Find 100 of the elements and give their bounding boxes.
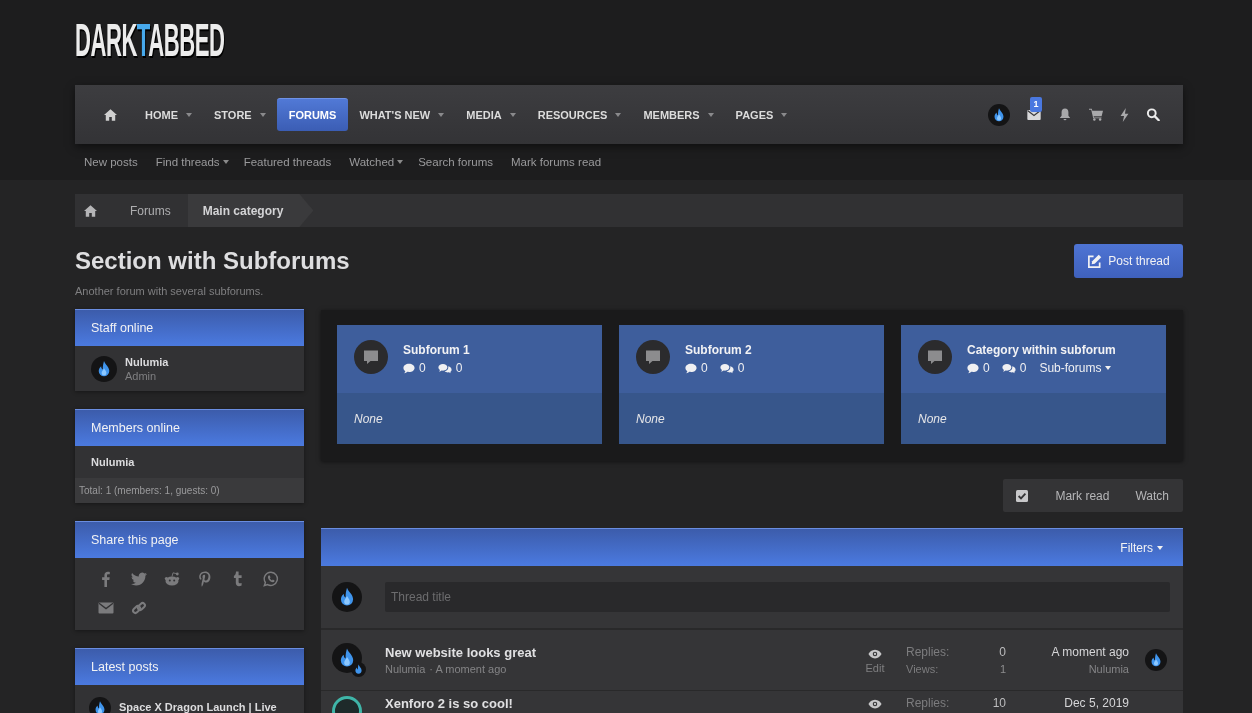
comments-icon: [437, 362, 452, 374]
post-title[interactable]: Space X Dragon Launch | Live: [119, 697, 277, 713]
thread-title[interactable]: New website looks great: [385, 644, 857, 661]
last-post-text: None: [635, 411, 666, 426]
nav-tab[interactable]: HOME: [134, 98, 203, 131]
last-post-date[interactable]: Dec 5, 2019: [1064, 696, 1129, 711]
thread-title[interactable]: Xenforo 2 is so cool!: [385, 696, 857, 712]
message-count: 0: [455, 361, 463, 375]
filters-menu-link[interactable]: Filters: [1120, 540, 1163, 555]
views-count: 1: [999, 661, 1006, 676]
subnav-link[interactable]: New posts: [75, 156, 147, 168]
search-icon[interactable]: [1146, 108, 1160, 121]
watch-button[interactable]: Watch: [1122, 479, 1183, 512]
nav-tab[interactable]: WHAT'S NEW: [348, 98, 456, 131]
lightning-bolt-icon[interactable]: [1120, 107, 1129, 122]
last-poster-name[interactable]: Nulumia: [1088, 661, 1129, 676]
caret-icon: [438, 112, 445, 117]
flame-avatar-icon[interactable]: [988, 103, 1010, 126]
flame-avatar-icon[interactable]: [332, 643, 366, 677]
speech-bubble-icon: [354, 340, 388, 374]
nav-tab[interactable]: MEDIA: [455, 98, 527, 131]
flame-avatar-icon[interactable]: [91, 355, 117, 382]
nav-tab[interactable]: STORE: [203, 98, 277, 131]
twitter-icon[interactable]: [131, 571, 147, 587]
eye-icon: [868, 648, 882, 659]
last-post-text: None: [917, 411, 948, 426]
comment-icon: [685, 362, 697, 374]
flame-avatar-icon[interactable]: [1145, 649, 1167, 671]
comments-icon: [719, 362, 734, 374]
member-role: Admin: [125, 369, 158, 382]
caret-icon: [781, 112, 788, 117]
comment-icon: [967, 362, 979, 374]
caret-icon: [707, 112, 714, 117]
flame-avatar-icon: [332, 582, 362, 612]
last-post-date[interactable]: A moment ago: [1051, 644, 1129, 660]
speech-bubble-icon: [636, 340, 670, 374]
checkbox-icon[interactable]: [1016, 489, 1029, 502]
pinterest-icon[interactable]: [197, 571, 213, 587]
site-logo[interactable]: DARKTABBED: [75, 22, 225, 58]
thread-count: 0: [983, 361, 990, 375]
subnav-link[interactable]: Featured threads: [237, 156, 341, 168]
subforum-title[interactable]: Category within subforum: [967, 342, 1116, 358]
block-header: Staff online: [75, 309, 304, 346]
replies-label: Replies:: [906, 644, 951, 660]
subnav-link[interactable]: Search forums: [412, 156, 502, 168]
nav-tab[interactable]: RESOURCES: [526, 98, 633, 131]
replies-label: Replies:: [906, 696, 951, 711]
caret-icon: [259, 112, 266, 117]
replies-count: 0: [999, 644, 1006, 660]
block-header: Members online: [75, 409, 304, 446]
subforum-title[interactable]: Subforum 2: [685, 342, 752, 358]
subnav-link[interactable]: Watched: [340, 156, 413, 168]
breadcrumb-link[interactable]: Forums: [114, 194, 188, 227]
caret-icon: [397, 160, 404, 164]
thread-author[interactable]: Nulumia: [385, 661, 426, 676]
caret-icon: [509, 112, 516, 117]
thread-title-field[interactable]: Thread title: [385, 582, 1170, 612]
whatsapp-icon[interactable]: [263, 571, 279, 587]
subforums-menu-link[interactable]: Sub-forums: [1039, 361, 1112, 375]
mark-read-button[interactable]: Mark read: [1042, 479, 1123, 512]
nav-tab[interactable]: PAGES: [724, 98, 799, 131]
replies-count: 10: [992, 696, 1006, 711]
thread-count: 0: [701, 361, 708, 375]
speech-bubble-icon: [918, 340, 952, 374]
subnav-link[interactable]: Find threads: [146, 156, 238, 168]
home-icon[interactable]: [84, 204, 97, 217]
caret-icon: [222, 160, 229, 164]
block-header: Share this page: [75, 521, 304, 558]
block-header: Latest posts: [75, 648, 304, 685]
caret-icon: [1105, 366, 1112, 370]
member-name[interactable]: Nulumia: [125, 355, 169, 368]
breadcrumb-link[interactable]: Main category: [187, 194, 314, 227]
post-thread-button[interactable]: Post thread: [1074, 244, 1183, 278]
thread-count: 0: [419, 361, 426, 375]
caret-icon: [186, 112, 192, 117]
caret-icon: [1157, 545, 1163, 550]
link-icon[interactable]: [131, 600, 147, 616]
caret-icon: [615, 112, 622, 117]
online-total: Total: 1 (members: 1, guests: 0): [75, 478, 304, 503]
message-count: 0: [1019, 361, 1027, 375]
member-name[interactable]: Nulumia: [91, 456, 135, 468]
page-description: Another forum with several subforums.: [75, 284, 265, 298]
views-label: Views:: [906, 661, 940, 676]
subforum-title[interactable]: Subforum 1: [403, 342, 470, 358]
eye-icon: [868, 699, 882, 709]
subnav-link[interactable]: Mark forums read: [501, 156, 611, 168]
notification-badge: 1: [1030, 96, 1042, 112]
edit-icon: [1087, 253, 1103, 269]
comment-icon: [403, 362, 415, 374]
reddit-icon[interactable]: [164, 571, 180, 587]
message-count: 0: [737, 361, 745, 375]
home-icon[interactable]: [104, 108, 117, 121]
nav-tab[interactable]: FORUMS: [276, 98, 349, 131]
thread-date: · A moment ago: [429, 661, 507, 676]
nav-tab[interactable]: MEMBERS: [632, 98, 725, 131]
page-title: Section with Subforums: [75, 246, 350, 276]
flame-avatar-icon[interactable]: [89, 697, 111, 713]
last-post-text: None: [353, 411, 384, 426]
cart-icon[interactable]: [1089, 108, 1103, 121]
bell-icon[interactable]: [1058, 108, 1072, 121]
